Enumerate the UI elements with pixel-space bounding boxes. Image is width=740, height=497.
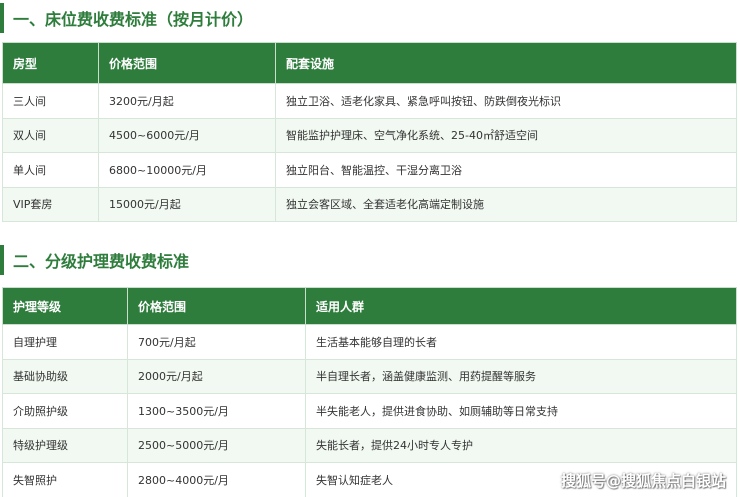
- cell-room-type: 单人间: [2, 152, 99, 188]
- cell-price: 15000元/月起: [98, 186, 276, 222]
- care-fee-table: 护理等级 价格范围 适用人群 自理护理 700元/月起 生活基本能够自理的长者 …: [2, 287, 737, 497]
- header-facilities: 配套设施: [275, 42, 737, 84]
- header-target-group: 适用人群: [305, 287, 737, 325]
- section-title-care-fees: 二、分级护理费收费标准: [0, 245, 189, 275]
- table-header-row: 护理等级 价格范围 适用人群: [2, 287, 737, 325]
- table-row: VIP套房 15000元/月起 独立会客区域、全套适老化高端定制设施: [2, 186, 737, 222]
- cell-target-group: 半失能老人，提供进食协助、如厕辅助等日常支持: [305, 393, 737, 429]
- cell-price: 700元/月起: [127, 324, 306, 360]
- cell-target-group: 半自理长者，涵盖健康监测、用药提醒等服务: [305, 358, 737, 394]
- cell-price: 2800~4000元/月: [127, 462, 306, 497]
- table-row: 双人间 4500~6000元/月 智能监护护理床、空气净化系统、25-40㎡舒适…: [2, 117, 737, 153]
- cell-room-type: VIP套房: [2, 186, 99, 222]
- table-row: 基础协助级 2000元/月起 半自理长者，涵盖健康监测、用药提醒等服务: [2, 358, 737, 394]
- cell-room-type: 双人间: [2, 117, 99, 153]
- table-header-row: 房型 价格范围 配套设施: [2, 42, 737, 84]
- cell-care-level: 特级护理级: [2, 427, 128, 463]
- header-price-range: 价格范围: [98, 42, 276, 84]
- header-price-range: 价格范围: [127, 287, 306, 325]
- cell-room-type: 三人间: [2, 83, 99, 119]
- header-care-level: 护理等级: [2, 287, 128, 325]
- table-row: 自理护理 700元/月起 生活基本能够自理的长者: [2, 324, 737, 360]
- watermark-text: 搜狐号@搜狐焦点白银站: [560, 472, 726, 490]
- cell-care-level: 失智照护: [2, 462, 128, 497]
- cell-care-level: 介助照护级: [2, 393, 128, 429]
- cell-facilities: 独立卫浴、适老化家具、紧急呼叫按钮、防跌倒夜光标识: [275, 83, 737, 119]
- table-row: 三人间 3200元/月起 独立卫浴、适老化家具、紧急呼叫按钮、防跌倒夜光标识: [2, 83, 737, 119]
- cell-care-level: 基础协助级: [2, 358, 128, 394]
- cell-facilities: 智能监护护理床、空气净化系统、25-40㎡舒适空间: [275, 117, 737, 153]
- header-room-type: 房型: [2, 42, 99, 84]
- table-row: 特级护理级 2500~5000元/月 失能长者，提供24小时专人专护: [2, 427, 737, 463]
- cell-facilities: 独立阳台、智能温控、干湿分离卫浴: [275, 152, 737, 188]
- cell-price: 6800~10000元/月: [98, 152, 276, 188]
- cell-target-group: 生活基本能够自理的长者: [305, 324, 737, 360]
- cell-price: 1300~3500元/月: [127, 393, 306, 429]
- cell-target-group: 失能长者，提供24小时专人专护: [305, 427, 737, 463]
- table-row: 介助照护级 1300~3500元/月 半失能老人，提供进食协助、如厕辅助等日常支…: [2, 393, 737, 429]
- cell-price: 2500~5000元/月: [127, 427, 306, 463]
- cell-price: 3200元/月起: [98, 83, 276, 119]
- section-title-bed-fees: 一、床位费收费标准（按月计价）: [0, 3, 253, 33]
- cell-care-level: 自理护理: [2, 324, 128, 360]
- cell-price: 4500~6000元/月: [98, 117, 276, 153]
- table-row: 单人间 6800~10000元/月 独立阳台、智能温控、干湿分离卫浴: [2, 152, 737, 188]
- cell-price: 2000元/月起: [127, 358, 306, 394]
- cell-facilities: 独立会客区域、全套适老化高端定制设施: [275, 186, 737, 222]
- bed-fee-table: 房型 价格范围 配套设施 三人间 3200元/月起 独立卫浴、适老化家具、紧急呼…: [2, 42, 737, 222]
